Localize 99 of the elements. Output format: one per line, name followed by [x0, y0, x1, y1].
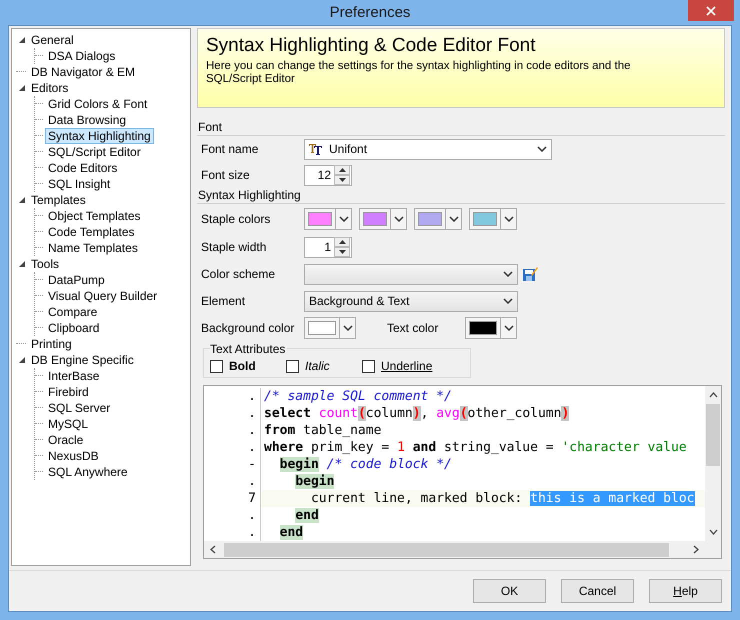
scroll-right-icon[interactable]	[693, 545, 699, 554]
tree-item[interactable]: SQL Server	[45, 400, 114, 416]
checkbox[interactable]	[210, 360, 223, 372]
checkbox-label: Bold	[229, 359, 256, 373]
tree-item[interactable]: Templates	[28, 192, 89, 208]
dialog-button[interactable]: OK	[473, 579, 546, 603]
dropdown-icon	[504, 325, 514, 331]
color-picker[interactable]	[304, 317, 356, 339]
section-title: Syntax Highlighting	[198, 188, 301, 202]
save-edit-icon[interactable]	[522, 266, 538, 282]
code-line: where prim_key = 1 and string_value = 'character value	[263, 439, 687, 456]
page-title: Syntax Highlighting & Code Editor Font	[206, 35, 537, 57]
code-line: current line, marked block: this is a marked bloc	[310, 490, 694, 507]
dropdown-icon	[338, 216, 348, 222]
close-icon	[706, 6, 716, 16]
spin-up-icon[interactable]	[334, 237, 350, 247]
tree-item[interactable]: DataPump	[45, 272, 108, 288]
code-line: begin /* code block */	[278, 456, 452, 473]
scrollbar-thumb[interactable]	[224, 542, 669, 556]
tree-item[interactable]: Name Templates	[45, 240, 141, 256]
color-picker[interactable]	[465, 317, 517, 339]
tree-item[interactable]: DSA Dialogs	[45, 48, 118, 64]
scrollbar-thumb[interactable]	[706, 404, 720, 466]
collapse-icon[interactable]	[18, 196, 26, 204]
checkbox[interactable]	[362, 360, 375, 372]
group-title: Text Attributes	[210, 342, 288, 356]
tree-item[interactable]: Firebird	[45, 384, 92, 400]
code-line: /* sample SQL comment */	[263, 388, 452, 405]
color-picker[interactable]	[359, 208, 407, 230]
field-label: Color scheme	[201, 267, 276, 281]
close-button[interactable]	[688, 0, 734, 21]
horizontal-scrollbar[interactable]	[204, 541, 705, 558]
tree-item[interactable]: General	[28, 32, 77, 48]
dropdown-icon	[537, 146, 547, 152]
font-size-spinbox[interactable]: 12	[304, 164, 352, 186]
tree-item[interactable]: Oracle	[45, 432, 86, 448]
dropdown-icon	[504, 216, 514, 222]
tree-item[interactable]: Grid Colors & Font	[45, 96, 150, 112]
tree-item[interactable]: InterBase	[45, 368, 102, 384]
collapse-icon[interactable]	[18, 84, 26, 92]
tree-item[interactable]: Editors	[28, 80, 72, 96]
vertical-scrollbar[interactable]	[705, 386, 721, 541]
spin-down-icon[interactable]	[334, 175, 350, 185]
spin-up-icon[interactable]	[334, 165, 350, 175]
scroll-down-icon[interactable]	[708, 529, 718, 535]
tree-item[interactable]: Syntax Highlighting	[45, 128, 154, 144]
dropdown-icon	[503, 298, 513, 304]
checkbox-label: Underline	[381, 359, 432, 373]
checkbox-label: Italic	[305, 359, 330, 373]
field-label: Text color	[387, 321, 440, 335]
color-picker[interactable]	[414, 208, 462, 230]
field-label: Element	[201, 294, 246, 308]
tree-item[interactable]: DB Engine Specific	[28, 352, 137, 368]
tree-item[interactable]: Compare	[45, 304, 100, 320]
field-label: Background color	[201, 321, 296, 335]
tree-item[interactable]: DB Navigator & EM	[28, 64, 138, 80]
section-title: Font	[198, 120, 222, 134]
scroll-up-icon[interactable]	[708, 392, 718, 398]
dropdown-icon	[448, 216, 458, 222]
field-label: Font size	[201, 168, 251, 182]
line-number: 7	[204, 490, 261, 507]
field-label: Staple width	[201, 240, 268, 254]
tree-item[interactable]: Code Templates	[45, 224, 138, 240]
color-scheme-dropdown[interactable]	[304, 264, 518, 284]
font-icon	[309, 143, 323, 155]
collapse-icon[interactable]	[18, 260, 26, 268]
tree-item[interactable]: Tools	[28, 256, 62, 272]
field-label: Font name	[201, 142, 260, 156]
tree-item[interactable]: Visual Query Builder	[45, 288, 160, 304]
tree-item[interactable]: SQL/Script Editor	[45, 144, 144, 160]
dropdown-icon	[342, 325, 352, 331]
collapse-icon[interactable]	[18, 356, 26, 364]
tree-item[interactable]: Object Templates	[45, 208, 144, 224]
tree-item[interactable]: Code Editors	[45, 160, 120, 176]
field-label: Staple colors	[201, 212, 272, 226]
page-description: Here you can change the settings for the syntax highlighting in code editors and the SQL/Script Editor	[206, 60, 632, 86]
tree-item[interactable]: SQL Anywhere	[45, 464, 131, 480]
tree-item[interactable]: Printing	[28, 336, 75, 352]
window-title: Preferences	[330, 4, 410, 21]
element-dropdown[interactable]: Background & Text	[304, 290, 518, 312]
code-line: select count(column), avg(other_column)	[263, 405, 570, 422]
checkbox[interactable]	[286, 360, 299, 372]
dialog-button[interactable]: Help	[649, 579, 722, 603]
dropdown-icon	[394, 216, 404, 222]
spin-down-icon[interactable]	[334, 247, 350, 257]
tree-item[interactable]: Data Browsing	[45, 112, 130, 128]
code-line: from table_name	[263, 422, 382, 439]
tree-item[interactable]: MySQL	[45, 416, 92, 432]
dropdown-icon	[503, 271, 513, 277]
dialog-button[interactable]: Cancel	[561, 579, 634, 603]
staple-width-spinbox[interactable]: 1	[304, 236, 352, 258]
tree-item[interactable]: NexusDB	[45, 448, 102, 464]
tree-item[interactable]: SQL Insight	[45, 176, 114, 192]
color-picker[interactable]	[304, 208, 352, 230]
scroll-left-icon[interactable]	[210, 545, 216, 554]
font-name-dropdown[interactable]: Unifont	[304, 138, 552, 160]
tree-item[interactable]: Clipboard	[45, 320, 102, 336]
color-picker[interactable]	[469, 208, 517, 230]
collapse-icon[interactable]	[18, 36, 26, 44]
